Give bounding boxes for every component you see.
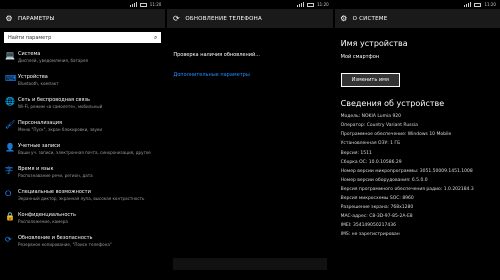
page-title: ПАРАМЕТРЫ [18, 15, 55, 22]
category-description: Wi-Fi, режим «в самолете», мобильный [18, 104, 103, 109]
info-line: Установленная ОЗУ: 1 ГБ [340, 141, 401, 146]
category-item[interactable]: ⭘ Специальные возможности Экранный диктор,… [0, 187, 165, 210]
search-placeholder: Найти параметр [8, 34, 52, 41]
info-line: Разрешение экрана: 768x1280 [340, 205, 414, 210]
title-bar: ⚙ ПАРАМЕТРЫ [0, 9, 166, 28]
info-line: Версия: 1511 [340, 151, 372, 156]
category-item[interactable]: 👤 Учетные записи Ваши уч. записи, электрон… [0, 141, 165, 164]
title-bar: ⟳ ОБНОВЛЕНИЕ ТЕЛЕФОНА [167, 9, 333, 28]
category-name: Сеть и беспроводная связь [18, 97, 90, 103]
category-name: Устройства [18, 74, 48, 80]
progress-area [173, 258, 327, 270]
info-line: Оператор: Country Variant Russia [340, 123, 418, 128]
page-title: ОБНОВЛЕНИЕ ТЕЛЕФОНА [185, 15, 262, 22]
accounts-icon: 👤 [5, 143, 15, 152]
signal-icon [129, 2, 137, 7]
category-item[interactable]: 💻 Система Дисплей, уведомления, батарея [0, 49, 165, 72]
category-description: Экранный диктор, экранная лупа, высокая … [18, 196, 145, 201]
category-description: Дисплей, уведомления, батарея [18, 58, 89, 63]
page-title: О СИСТЕМЕ [352, 15, 388, 22]
info-line: Версия микросхемы SOC: 8960 [340, 196, 414, 201]
device-name: Мой смартфон [340, 54, 380, 60]
category-description: Меню "Пуск", экран блокировки, звуки [18, 127, 103, 132]
category-name: Персонализация [18, 120, 62, 126]
info-line: IMS: не зарегистрирован [340, 232, 400, 237]
info-line: MAC-адрес: C8-3D-97-85-2A-E8 [340, 214, 413, 219]
category-name: Конфиденциальность [18, 212, 77, 218]
status-bar: 11:20 [167, 0, 332, 9]
category-description: Резервное копирование, "Поиск телефона" [18, 242, 112, 247]
clock: 11:20 [317, 2, 329, 7]
privacy-icon: 🔒 [5, 212, 15, 221]
battery-icon [139, 2, 147, 7]
info-line: Модель: NOKIA Lumia 920 [340, 114, 402, 119]
category-name: Учетные записи [18, 143, 61, 149]
category-item[interactable]: 🌐 Сеть и беспроводная связь Wi-Fi, режим «… [0, 95, 165, 118]
update-status: Проверка наличия обновлений... [173, 52, 260, 58]
category-item[interactable]: 🖌 Персонализация Меню "Пуск", экран блокир… [0, 118, 165, 141]
time-language-icon: 字 [5, 166, 13, 175]
category-list: 💻 Система Дисплей, уведомления, батарея ⌨ Ус… [0, 49, 165, 256]
search-input[interactable]: Найти параметр ⌕ [4, 32, 162, 43]
update-icon: ⟳ [172, 14, 180, 23]
category-item[interactable]: 字 Время и язык Распознавание речи, регион,… [0, 164, 165, 187]
category-item[interactable]: ⟳ Обновление и безопасность Резервное копи… [0, 233, 165, 256]
personalization-icon: 🖌 [5, 120, 16, 129]
system-icon: 💻 [5, 51, 15, 60]
clock: 11:20 [149, 2, 162, 7]
ease-of-access-icon: ⭘ [5, 189, 12, 198]
title-bar: ⚙ О СИСТЕМЕ [334, 9, 500, 28]
category-description: Распознавание речи, регион, дата [18, 173, 93, 178]
info-group-2: Версия: 1511 Сборка ОС: 10.0.10586.29 Номе… [341, 151, 494, 238]
advanced-options-link[interactable]: Дополнительные параметры [173, 72, 326, 78]
info-line: Программное обеспечение: Windows 10 Mobi… [340, 132, 452, 137]
signal-icon [297, 2, 305, 7]
category-item[interactable]: 🔒 Конфиденциальность Расположение, камера [0, 210, 165, 233]
status-bar: 11:20 [0, 0, 165, 9]
info-group-1: Модель: NOKIA Lumia 920 Оператор: Country… [341, 114, 494, 147]
settings-screen: 11:20 ⚙ ПАРАМЕТРЫ Найти параметр ⌕ 💻 Сист… [0, 0, 166, 280]
search-icon[interactable]: ⌕ [154, 34, 157, 42]
device-info-heading: Сведения об устройстве [340, 99, 445, 108]
update-security-icon: ⟳ [5, 235, 12, 244]
battery-icon [474, 2, 482, 7]
device-name-heading: Имя устройства [340, 39, 408, 48]
info-line: Версия программного обеспечения радио: 1… [340, 187, 474, 192]
category-name: Система [18, 51, 41, 57]
category-description: Ваши уч. записи, электронная почта, синх… [18, 150, 151, 155]
category-name: Обновление и безопасность [18, 235, 93, 241]
clock: 11:20 [484, 2, 496, 7]
about-screen: 11:20 ⚙ О СИСТЕМЕ Имя устройства Мой сма… [334, 0, 500, 280]
rename-button[interactable]: Изменить имя [340, 73, 400, 87]
category-name: Специальные возможности [18, 189, 91, 195]
gear-icon: ⚙ [5, 14, 13, 23]
category-description: Bluetooth, компакт [18, 81, 59, 86]
info-line: Номер версии оборудования: 6.5.0.0 [340, 178, 428, 183]
info-line: IMEI: 354149050217436 [340, 223, 396, 228]
gear-icon: ⚙ [340, 14, 348, 23]
category-description: Расположение, камера [18, 219, 68, 224]
signal-icon [464, 2, 472, 7]
network-icon: 🌐 [5, 97, 15, 106]
battery-icon [307, 2, 315, 7]
info-line: Номер версии микропрограммы: 3051.50009.… [340, 169, 473, 174]
category-name: Время и язык [18, 166, 54, 172]
info-line: Сборка ОС: 10.0.10586.29 [340, 160, 402, 165]
devices-icon: ⌨ [5, 74, 17, 83]
status-bar: 11:20 [335, 0, 500, 9]
update-screen: 11:20 ⟳ ОБНОВЛЕНИЕ ТЕЛЕФОНА Проверка нал… [167, 0, 333, 280]
category-item[interactable]: ⌨ Устройства Bluetooth, компакт [0, 72, 165, 95]
